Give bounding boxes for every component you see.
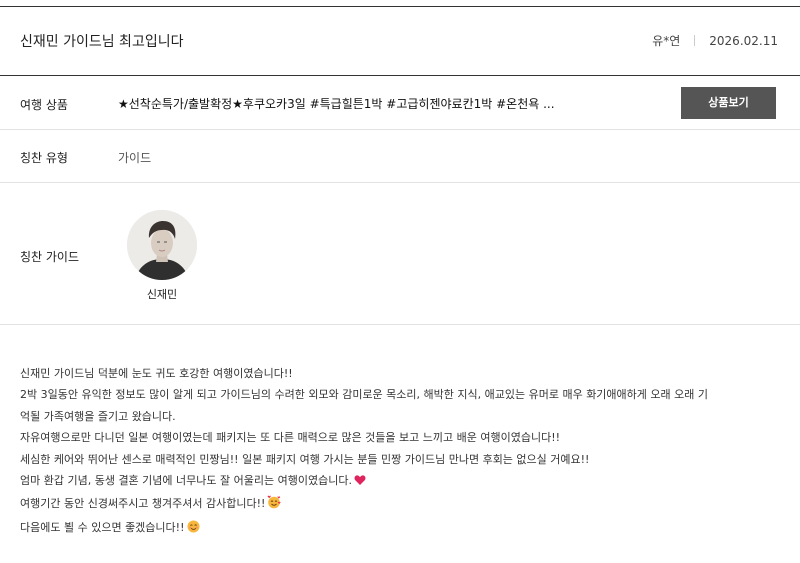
product-label: 여행 상품: [20, 98, 68, 112]
review-line: 세심한 케어와 뛰어난 센스로 매력적인 민짱님!! 일본 패키지 여행 가시는…: [20, 452, 590, 466]
meta-separator: [694, 35, 696, 46]
guide-name: 신재민: [146, 288, 178, 301]
review-line-with-emoji: 다음에도 뵐 수 있으면 좋겠습니다!!: [20, 517, 785, 540]
review-header: 신재민 가이드님 최고입니다 유*연 2026.02.11: [0, 7, 800, 76]
review-line: 여행기간 동안 신경써주시고 챙겨주셔서 감사합니다!!: [20, 497, 266, 511]
guide-avatar: [127, 210, 197, 280]
praise-guide-row: 칭찬 가이드 신재민: [0, 183, 800, 325]
guide-card: 신재민: [127, 210, 197, 302]
review-meta: 유*연 2026.02.11: [652, 32, 778, 49]
review-line: 억될 가족여행을 즐기고 왔습니다.: [20, 409, 176, 423]
view-product-button[interactable]: 상품보기: [681, 87, 776, 119]
praise-type-value: 가이드: [118, 151, 152, 165]
praise-guide-label: 칭찬 가이드: [20, 250, 80, 264]
heart-icon: [354, 472, 366, 493]
praise-type-row: 칭찬 유형 가이드: [0, 130, 800, 183]
smiling-face-with-hearts-icon: [267, 495, 282, 516]
review-line-with-emoji: 여행기간 동안 신경써주시고 챙겨주셔서 감사합니다!!: [20, 493, 785, 516]
review-line: 신재민 가이드님 덕분에 눈도 귀도 호강한 여행이였습니다!!: [20, 367, 293, 380]
review-line-with-heart: 엄마 환갑 기념, 동생 결혼 기념에 너무나도 잘 어울리는 여행이였습니다.: [20, 470, 785, 493]
review-line: 다음에도 뵐 수 있으면 좋겠습니다!!: [20, 520, 185, 534]
praise-type-label: 칭찬 유형: [20, 151, 68, 165]
product-name: ★선착순특가/출발확정★후쿠오카3일 #특급힐튼1박 #고급히젠야료칸1박 #온…: [118, 97, 555, 111]
smiling-face-icon: [187, 519, 200, 540]
review-line: 자유여행으로만 다니던 일본 여행이였는데 패키지는 또 다른 매력으로 많은 …: [20, 431, 561, 445]
review-title: 신재민 가이드님 최고입니다: [20, 34, 184, 50]
review-body: 신재민 가이드님 덕분에 눈도 귀도 호강한 여행이였습니다!! 2박 3일동안…: [20, 363, 785, 540]
review-line: 엄마 환갑 기념, 동생 결혼 기념에 너무나도 잘 어울리는 여행이였습니다.: [20, 474, 352, 488]
product-row: 여행 상품 ★선착순특가/출발확정★후쿠오카3일 #특급힐튼1박 #고급히젠야료…: [0, 77, 800, 130]
post-date: 2026.02.11: [709, 33, 778, 48]
author-name: 유*연: [652, 34, 681, 48]
review-line: 2박 3일동안 유익한 정보도 많이 알게 되고 가이드님의 수려한 외모와 감…: [20, 388, 708, 402]
